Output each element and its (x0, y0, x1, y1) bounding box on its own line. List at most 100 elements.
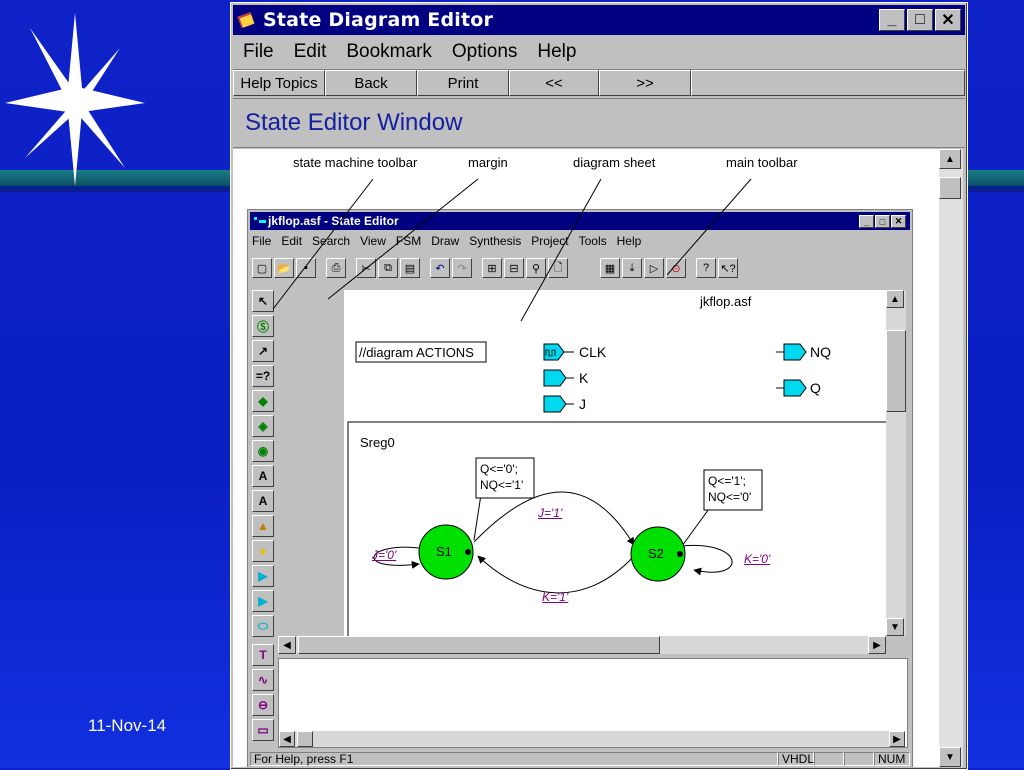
sheet-vscrollbar[interactable]: ▲ ▼ (886, 290, 906, 636)
new-file-icon[interactable]: ▢ (252, 258, 272, 278)
menu-options[interactable]: Options (452, 41, 517, 63)
scroll-left-icon[interactable]: ◀ (278, 636, 296, 654)
close-button[interactable]: ✕ (935, 9, 961, 31)
inspect-icon[interactable]: ⊙ (666, 258, 686, 278)
help-scroll-up-icon[interactable]: ▲ (939, 149, 961, 169)
cond-s1-self[interactable]: J='0' (372, 548, 396, 562)
help-icon[interactable]: ? (696, 258, 716, 278)
diagram-sheet[interactable]: jkflop.asf //diagram ACTIONS CLK K J NQ … (344, 290, 886, 636)
curve-draw-icon[interactable]: ∿ (252, 669, 274, 691)
page-icon[interactable]: 🗋 (548, 258, 568, 278)
transition-s2-s1[interactable] (477, 555, 635, 594)
cond-s1-s2[interactable]: J='1' (538, 506, 562, 520)
status-help: For Help, press F1 (250, 752, 778, 766)
se-menu-search[interactable]: Search (312, 234, 350, 250)
port-icon[interactable]: ▷ (644, 258, 664, 278)
port-nq[interactable] (776, 343, 807, 361)
condition-tool-icon[interactable]: =? (252, 365, 274, 387)
help-topics-button[interactable]: Help Topics (233, 70, 325, 96)
transition-tool-icon[interactable]: ↗ (252, 340, 274, 362)
se-menu-tools[interactable]: Tools (579, 234, 607, 250)
select-arrow-icon[interactable]: ↖ (252, 290, 274, 312)
se-minimize-button[interactable]: _ (859, 215, 874, 228)
input-port-tool-icon[interactable]: ▶ (252, 565, 274, 587)
next-button[interactable]: >> (599, 70, 691, 96)
paste-icon[interactable]: ▤ (400, 258, 420, 278)
se-close-button[interactable]: ✕ (891, 215, 906, 228)
help-scroll-thumb[interactable] (939, 177, 961, 199)
state-editor-app-icon (254, 217, 266, 223)
sheet-vscroll-thumb[interactable] (886, 330, 906, 412)
se-maximize-button[interactable]: □ (875, 215, 890, 228)
context-help-icon[interactable]: ↖? (718, 258, 738, 278)
message-hscrollbar[interactable]: ◀ ▶ (279, 731, 905, 747)
transition-s2-self[interactable] (681, 544, 733, 576)
help-scroll-down-icon[interactable]: ▼ (939, 747, 961, 767)
status-bar: For Help, press F1 VHDL NUM (250, 750, 910, 767)
action-s1-text: Q<='0'; NQ<='1' (480, 462, 524, 492)
msg-scroll-thumb[interactable] (297, 731, 313, 747)
rect-draw-icon[interactable]: ▭ (252, 719, 274, 741)
print-button[interactable]: Print (417, 70, 509, 96)
maximize-button[interactable]: □ (907, 9, 933, 31)
action-a-icon[interactable]: ◆ (252, 390, 274, 412)
cond-s2-self[interactable]: K='0' (744, 552, 770, 566)
port-j[interactable] (543, 395, 574, 413)
print-icon[interactable]: ⎙ (326, 258, 346, 278)
menu-file[interactable]: File (243, 41, 274, 63)
action-b-icon[interactable]: ◈ (252, 415, 274, 437)
action-d-icon[interactable]: A (252, 465, 274, 487)
msg-scroll-left-icon[interactable]: ◀ (279, 731, 295, 747)
menu-bookmark[interactable]: Bookmark (346, 41, 432, 63)
se-menu-project[interactable]: Project (531, 234, 568, 250)
port-clk[interactable] (543, 343, 574, 361)
zoom-in-icon[interactable]: ⊞ (482, 258, 502, 278)
port-q[interactable] (776, 379, 807, 397)
text-draw-icon[interactable]: T (252, 644, 274, 666)
scroll-right-icon[interactable]: ▶ (868, 636, 886, 654)
scroll-down-icon[interactable]: ▼ (886, 618, 904, 636)
message-pane[interactable]: ◀ ▶ (278, 658, 908, 748)
se-menu-view[interactable]: View (360, 234, 386, 250)
port-k[interactable] (543, 369, 574, 387)
compile-icon[interactable]: ▦ (600, 258, 620, 278)
cut-icon[interactable]: ✂ (356, 258, 376, 278)
open-folder-icon[interactable]: 📂 (274, 258, 294, 278)
output-port-tool-icon[interactable]: ▶ (252, 590, 274, 612)
state-editor-title: jkflop.asf - State Editor (268, 214, 399, 228)
copy-icon[interactable]: ⧉ (378, 258, 398, 278)
se-menu-help[interactable]: Help (617, 234, 642, 250)
text-tool-icon[interactable]: A (252, 490, 274, 512)
menu-help[interactable]: Help (537, 41, 576, 63)
bidir-port-tool-icon[interactable]: ⬭ (252, 615, 274, 637)
download-icon[interactable]: ⤓ (622, 258, 642, 278)
se-menu-edit[interactable]: Edit (281, 234, 302, 250)
state-tool-icon[interactable]: Ⓢ (252, 315, 274, 337)
minimize-button[interactable]: _ (879, 9, 905, 31)
help-button-bar: Help Topics Back Print << >> (233, 69, 965, 99)
sheet-hscroll-thumb[interactable] (298, 636, 660, 654)
ellipse-draw-icon[interactable]: ⊖ (252, 694, 274, 716)
zoom-out-icon[interactable]: ⊟ (504, 258, 524, 278)
scroll-up-icon[interactable]: ▲ (886, 290, 904, 308)
se-menu-file[interactable]: File (252, 234, 271, 250)
redo-icon[interactable]: ↷ (452, 258, 472, 278)
action-c-icon[interactable]: ◉ (252, 440, 274, 462)
menu-edit[interactable]: Edit (294, 41, 327, 63)
callout-state-machine-toolbar: state machine toolbar (293, 155, 418, 170)
se-menu-draw[interactable]: Draw (431, 234, 459, 250)
se-menu-fsm[interactable]: FSM (396, 234, 421, 250)
help-vscrollbar[interactable]: ▲ ▼ (939, 149, 963, 767)
find-icon[interactable]: ⚲ (526, 258, 546, 278)
msg-scroll-right-icon[interactable]: ▶ (889, 731, 905, 747)
se-menu-synthesis[interactable]: Synthesis (469, 234, 521, 250)
prev-button[interactable]: << (509, 70, 599, 96)
circle-tool-icon[interactable]: ● (252, 540, 274, 562)
book-icon (237, 11, 255, 29)
back-button[interactable]: Back (325, 70, 417, 96)
undo-icon[interactable]: ↶ (430, 258, 450, 278)
warning-tool-icon[interactable]: ▲ (252, 515, 274, 537)
sheet-hscrollbar[interactable]: ◀ ▶ (278, 636, 886, 654)
save-icon[interactable]: ▪ (296, 258, 316, 278)
cond-s2-s1[interactable]: K='1' (542, 590, 568, 604)
